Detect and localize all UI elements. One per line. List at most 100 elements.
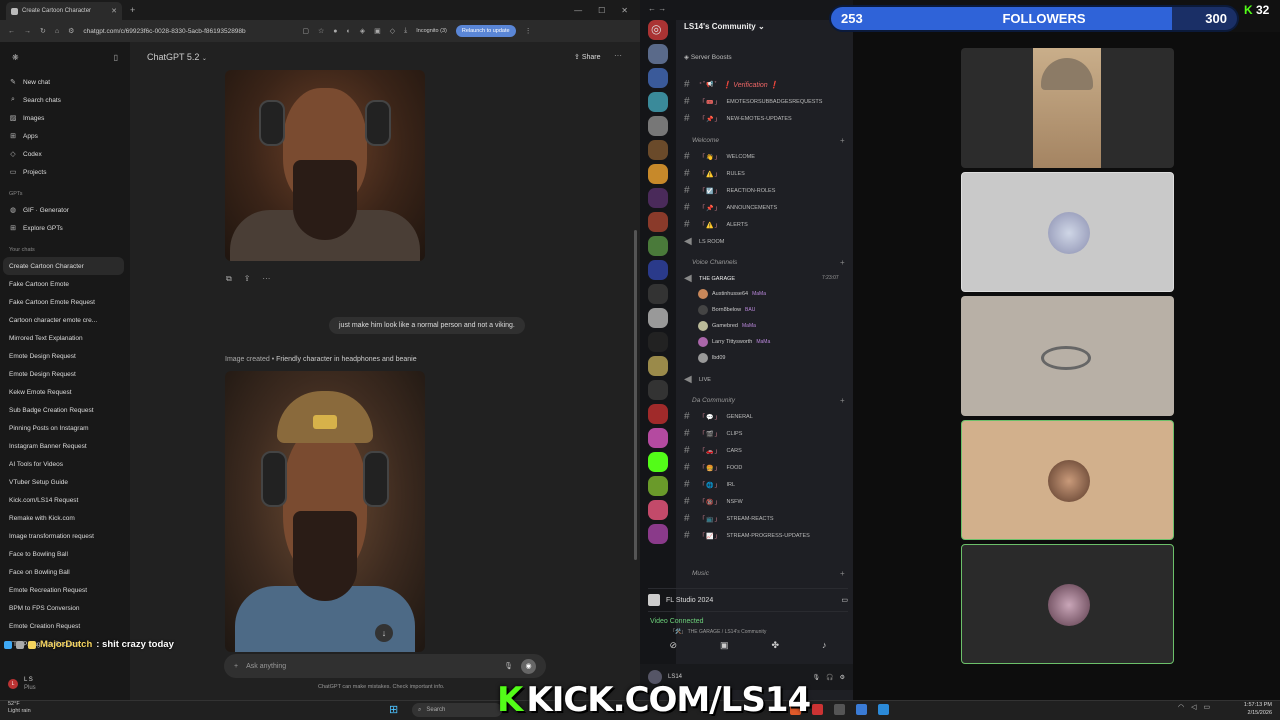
close-window-icon[interactable]: ✕ [621, 6, 628, 15]
channel-item[interactable]: # 「👋」 WELCOME [684, 151, 755, 162]
server-icon[interactable] [648, 404, 668, 424]
chat-history-item[interactable]: Image transformation request [0, 527, 130, 545]
server-icon[interactable] [648, 116, 668, 136]
server-icon[interactable] [648, 332, 668, 352]
channel-item[interactable]: # 「💬」 GENERAL [684, 411, 753, 422]
composer[interactable]: + Ask anything 🎙 ◉ [224, 654, 546, 678]
volume-icon[interactable]: ◁ [1191, 703, 1196, 711]
minimize-icon[interactable]: — [574, 6, 582, 15]
channel-item[interactable]: # ⁺˚📢˚ ❗ Verification ❗ [684, 79, 778, 90]
url-bar[interactable]: chatgpt.com/c/69923f6c-0028-8330-5acb-f8… [83, 28, 293, 35]
chat-history-item[interactable]: Fake Cartoon Emote Request [0, 293, 130, 311]
channel-item[interactable]: ◀ LIVE [684, 374, 711, 385]
bookmark-star-icon[interactable]: ☆ [318, 27, 324, 35]
voice-mode-icon[interactable]: ◉ [521, 658, 536, 674]
openai-logo-icon[interactable]: ❋ [12, 53, 19, 62]
server-icon[interactable] [648, 92, 668, 112]
model-selector[interactable]: ChatGPT 5.2 ⌄ [147, 52, 207, 62]
server-icon[interactable] [648, 308, 668, 328]
server-icon[interactable] [648, 236, 668, 256]
chat-history-item[interactable]: Mirrored Text Explanation [0, 329, 130, 347]
channel-item[interactable]: # 「📺」 STREAM-REACTS [684, 513, 774, 524]
video-tile-webcam[interactable] [961, 48, 1174, 168]
chat-history-item[interactable]: Face on Bowling Ball [0, 563, 130, 581]
chat-history-item[interactable]: Pinning Posts on Instagram [0, 419, 130, 437]
server-icon[interactable] [648, 188, 668, 208]
chat-history-item[interactable]: Emote Recreation Request [0, 581, 130, 599]
chat-history-item[interactable]: Kick.com/LS14 Request [0, 491, 130, 509]
video-tile-5[interactable] [961, 544, 1174, 664]
server-icon[interactable] [648, 68, 668, 88]
chat-history-item[interactable]: VTuber Setup Guide [0, 473, 130, 491]
sidebar-item-images[interactable]: ▨ Images [0, 109, 130, 127]
settings-gear-icon[interactable]: ⚙ [840, 674, 845, 681]
channel-item[interactable]: # 「🎟️」 EMOTESORSUBBADGESREQUESTS [684, 96, 822, 107]
app-icon[interactable] [812, 704, 823, 715]
channel-item[interactable]: # 「🔞」 NSFW [684, 496, 743, 507]
extension-icon[interactable]: ● [333, 28, 337, 35]
generated-image-viking[interactable] [225, 70, 425, 261]
new-tab-icon[interactable]: + [130, 5, 135, 15]
chat-history-item[interactable]: Kekw Emote Request [0, 383, 130, 401]
activity-icon[interactable]: ▭ [841, 596, 848, 604]
app-icon[interactable] [856, 704, 867, 715]
channel-item[interactable]: # 「🌐」 IRL [684, 479, 735, 490]
chat-history-item[interactable]: Emote Design Request [0, 365, 130, 383]
reload-icon[interactable]: ↻ [40, 27, 46, 35]
chat-history-item[interactable]: Cartoon character emote cre... [0, 311, 130, 329]
site-info-icon[interactable]: ⚙ [68, 27, 74, 35]
scroll-down-icon[interactable]: ↓ [375, 624, 393, 642]
download-icon[interactable]: ⤓ [404, 27, 407, 35]
menu-icon[interactable]: ⋮ [525, 27, 532, 35]
chat-history-item[interactable]: Instagram Banner Request [0, 437, 130, 455]
channel-item[interactable]: # 「📌」 NEW-EMOTES-UPDATES [684, 113, 792, 124]
channel-item[interactable]: # 「📌」 ANNOUNCEMENTS [684, 202, 777, 213]
weather-widget[interactable]: 52°F Light rain [8, 701, 31, 715]
taskbar-clock[interactable]: 1:57:13 PM 2/15/2026 [1236, 701, 1272, 717]
server-icon[interactable] [648, 260, 668, 280]
extension-icon[interactable]: ▣ [374, 27, 381, 35]
channel-item[interactable]: ◀ LS ROOM [684, 236, 724, 247]
activity-bar[interactable]: FL Studio 2024 ▭ [648, 588, 848, 612]
back-icon[interactable]: ← [648, 4, 656, 13]
more-options-icon[interactable]: ··· [614, 51, 622, 60]
discord-home-icon[interactable]: ◎ [651, 22, 661, 36]
channel-item[interactable]: # 「🍔」 FOOD [684, 462, 742, 473]
chat-history-item[interactable]: Emote Creation Request [0, 617, 130, 635]
maximize-icon[interactable]: ☐ [598, 6, 605, 15]
server-icon[interactable] [648, 284, 668, 304]
account-menu[interactable]: L L S Plus [0, 668, 130, 700]
generated-image-beanie[interactable] [225, 371, 425, 652]
headphones-icon[interactable]: 🎧 [826, 674, 833, 681]
app-icon[interactable] [834, 704, 845, 715]
server-icon[interactable] [648, 452, 668, 472]
channel-item[interactable]: # 「🚗」 CARS [684, 445, 742, 456]
sidebar-item-projects[interactable]: ▭ Projects [0, 163, 130, 181]
camera-off-icon[interactable]: ⊘ [669, 640, 677, 651]
screen-share-icon[interactable]: ▣ [720, 640, 729, 651]
mic-icon[interactable]: 🎙 [504, 662, 513, 670]
server-icon[interactable] [648, 356, 668, 376]
gpt-item[interactable]: ◍ GIF · Generator [0, 201, 130, 219]
channel-item[interactable]: # 「🎬」 CLIPS [684, 428, 742, 439]
channel-item[interactable]: ◀ THE GARAGE [684, 273, 735, 284]
app-icon[interactable] [878, 704, 889, 715]
server-icon[interactable] [648, 380, 668, 400]
sidebar-item-new-chat[interactable]: ✎ New chat [0, 73, 130, 91]
server-boosts[interactable]: ◈ Server Boosts [684, 53, 732, 61]
add-channel-icon[interactable]: + [840, 136, 845, 145]
channel-item[interactable]: # 「⚠️」 ALERTS [684, 219, 748, 230]
extension-icon[interactable]: ◐ [347, 28, 351, 35]
server-icon[interactable] [648, 140, 668, 160]
server-icon[interactable] [648, 164, 668, 184]
forward-icon[interactable]: → [658, 4, 666, 13]
server-icon[interactable] [648, 500, 668, 520]
voice-user[interactable]: Austinhusse64 MaMa [698, 289, 766, 299]
chat-history-item[interactable]: BPM to FPS Conversion [0, 599, 130, 617]
extension-icon[interactable]: ◈ [360, 27, 365, 35]
sidebar-item-apps[interactable]: ⊞ Apps [0, 127, 130, 145]
channel-category[interactable]: Voice Channels [692, 259, 737, 266]
channel-item[interactable]: # 「⚠️」 RULES [684, 168, 745, 179]
extension-icon[interactable]: ◇ [390, 27, 395, 35]
mic-icon[interactable]: 🎙 [813, 674, 821, 681]
